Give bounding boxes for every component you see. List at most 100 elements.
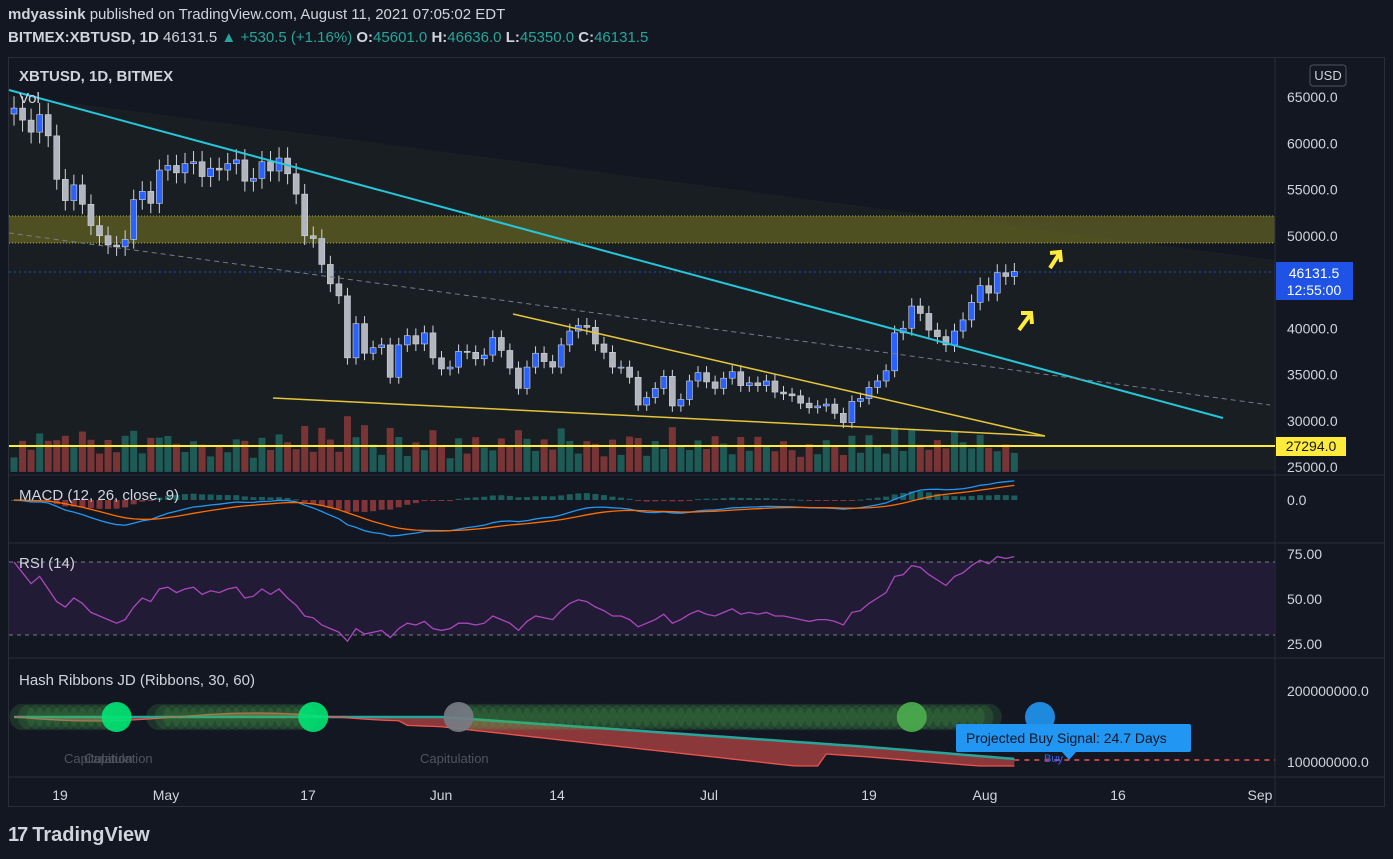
price-tick-label: 65000.0 xyxy=(1287,89,1338,105)
rsi-tick-75: 75.00 xyxy=(1287,546,1322,562)
candle-body xyxy=(669,376,676,407)
candle-body xyxy=(267,161,274,172)
volume-bar xyxy=(403,456,411,472)
candle-body xyxy=(916,305,924,314)
volume-bar xyxy=(27,449,35,472)
hash-tick-200m: 200000000.0 xyxy=(1287,683,1369,699)
candle-body xyxy=(113,244,120,248)
volume-bar xyxy=(848,435,856,472)
volume-bar xyxy=(113,452,121,472)
macd-histogram-bar xyxy=(276,497,283,500)
candle-body xyxy=(96,225,103,237)
candle-body xyxy=(540,352,548,362)
volume-bar xyxy=(532,451,540,472)
candle-body xyxy=(763,380,770,386)
time-tick-label: 14 xyxy=(549,787,565,803)
candle-body xyxy=(745,382,753,386)
volume-bar xyxy=(549,449,557,472)
candle-body xyxy=(335,283,343,297)
macd-histogram-bar xyxy=(258,497,265,500)
rsi-tick-25: 25.00 xyxy=(1287,636,1322,652)
volume-bar xyxy=(737,437,745,472)
macd-histogram-bar xyxy=(241,496,248,500)
candle-body xyxy=(805,402,813,409)
candle-body xyxy=(549,361,556,368)
volume-bar xyxy=(711,436,719,472)
volume-bar xyxy=(96,453,103,472)
price-tick-label: 25000.0 xyxy=(1287,459,1338,475)
candle-body xyxy=(720,377,727,389)
candle-body xyxy=(480,354,488,360)
candle-body xyxy=(651,388,659,398)
macd-histogram-bar xyxy=(746,498,753,500)
capitulation-label: Capitulation xyxy=(84,751,153,766)
macd-histogram-bar xyxy=(370,500,377,512)
volume-bar xyxy=(378,454,386,472)
macd-histogram-bar xyxy=(489,495,496,500)
volume-bar xyxy=(634,438,642,472)
time-axis-labels: 19 May 17 Jun 14 Jul 19 Aug 16 Sep xyxy=(52,787,1272,803)
candle-body xyxy=(121,239,129,248)
volume-bar xyxy=(335,451,343,472)
candle-body xyxy=(403,335,411,346)
macd-histogram-bar xyxy=(267,497,274,500)
volume-bar xyxy=(993,451,1001,472)
hash-tick-100m: 100000000.0 xyxy=(1287,754,1369,770)
macd-histogram-bar xyxy=(840,500,847,502)
signal-dot xyxy=(443,702,474,732)
candle-body xyxy=(446,366,454,370)
macd-histogram-bar xyxy=(404,500,411,505)
volume-bar xyxy=(762,445,770,472)
volume-bar xyxy=(369,444,377,472)
volume-bar xyxy=(53,440,61,472)
macd-title: MACD (12, 26, close, 9) xyxy=(19,487,179,504)
channel-shading xyxy=(9,95,1275,470)
price-tick-label: 40000.0 xyxy=(1287,320,1338,336)
macd-histogram-bar xyxy=(977,495,984,500)
tradingview-logo[interactable]: 17 TradingView xyxy=(8,824,150,847)
volume-bar xyxy=(839,455,847,472)
volume-bar xyxy=(745,450,753,472)
volume-bar xyxy=(600,456,608,472)
macd-histogram-bar xyxy=(660,500,667,501)
candle-body xyxy=(959,319,967,332)
macd-histogram-bar xyxy=(737,497,744,500)
volume-bar xyxy=(728,454,736,472)
macd-histogram-bar xyxy=(395,500,402,508)
resistance-zone xyxy=(9,216,1275,243)
volume-bar xyxy=(882,453,890,472)
macd-histogram-bar xyxy=(378,500,385,510)
volume-bar xyxy=(155,437,163,472)
candle-body xyxy=(53,135,61,180)
macd-histogram-bar xyxy=(874,497,881,500)
candle-body xyxy=(258,161,266,179)
macd-histogram-bar xyxy=(182,494,188,500)
volume-bar xyxy=(301,426,309,472)
candle-body xyxy=(198,161,206,177)
price-tick-label: 30000.0 xyxy=(1287,413,1338,429)
macd-histogram-bar xyxy=(823,500,830,501)
volume-bar xyxy=(591,443,599,472)
chart-canvas[interactable]: 65000.060000.055000.050000.045000.040000… xyxy=(0,0,1393,859)
candle-body xyxy=(438,357,445,370)
macd-histogram-bar xyxy=(438,500,445,501)
candle-body xyxy=(515,367,522,389)
volume-bar xyxy=(361,425,369,472)
candle-body xyxy=(147,191,155,204)
candle-body xyxy=(822,403,830,407)
candle-body xyxy=(968,302,975,321)
time-tick-label: 17 xyxy=(300,787,316,803)
candle-body xyxy=(557,344,565,368)
candle-body xyxy=(737,371,745,386)
volume-bar xyxy=(172,443,180,472)
volume-bar xyxy=(395,437,403,472)
candle-body xyxy=(241,159,249,182)
time-tick-label: Sep xyxy=(1248,787,1273,803)
support-badge-value: 27294.0 xyxy=(1286,438,1337,454)
macd-histogram-bar xyxy=(643,500,650,502)
volume-bar xyxy=(1002,444,1010,472)
candle-body xyxy=(61,179,69,201)
macd-histogram-bar xyxy=(592,493,599,500)
candle-body xyxy=(908,305,916,329)
macd-histogram-bar xyxy=(866,498,872,500)
